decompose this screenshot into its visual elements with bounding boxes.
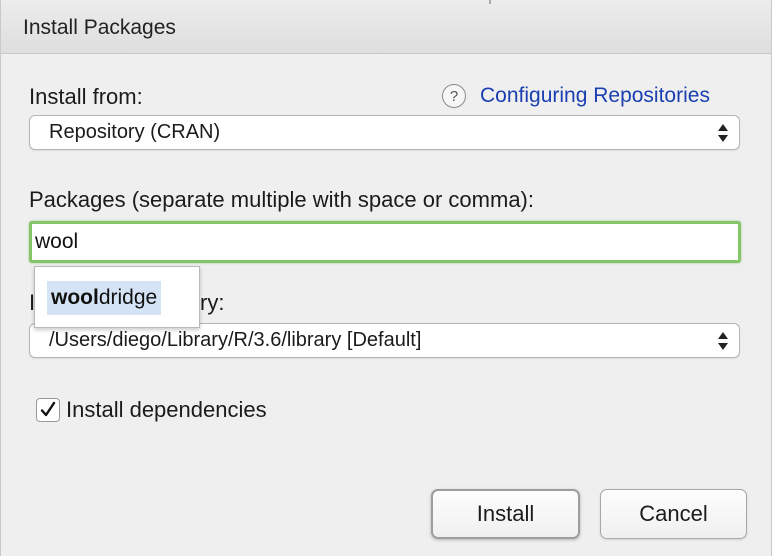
install-from-selected-value: Repository (CRAN) xyxy=(49,121,221,143)
autocomplete-popup: wooldridge xyxy=(34,266,200,328)
checkmark-icon xyxy=(40,401,56,417)
dialog-title: Install Packages xyxy=(23,16,176,39)
packages-input-value: wool xyxy=(35,230,79,253)
configuring-repositories-link-text[interactable]: Configuring Repositories xyxy=(480,84,710,108)
install-packages-dialog: Install Packages Install from: ? Configu… xyxy=(0,0,772,556)
question-mark-icon[interactable]: ? xyxy=(442,84,466,108)
suggestion-match-text: wool xyxy=(51,286,99,309)
install-dependencies-checkbox[interactable] xyxy=(36,398,60,422)
cancel-button[interactable]: Cancel xyxy=(600,489,747,539)
install-from-select[interactable]: Repository (CRAN) xyxy=(29,115,740,150)
install-button[interactable]: Install xyxy=(431,489,580,539)
install-dependencies-row[interactable]: Install dependencies xyxy=(36,397,267,423)
titlebar-divider-mark xyxy=(489,0,491,4)
packages-input[interactable]: wool xyxy=(29,221,741,263)
install-from-label: Install from: xyxy=(29,84,143,109)
select-arrows-icon xyxy=(718,124,728,142)
library-select[interactable]: /Users/diego/Library/R/3.6/library [Defa… xyxy=(29,323,740,358)
packages-label: Packages (separate multiple with space o… xyxy=(29,187,534,212)
install-dependencies-label: Install dependencies xyxy=(66,397,267,422)
autocomplete-suggestion-wooldridge[interactable]: wooldridge xyxy=(47,281,162,315)
install-to-library-label-end: ry: xyxy=(200,290,225,315)
select-arrows-icon xyxy=(718,332,728,350)
suggestion-rest-text: dridge xyxy=(98,286,158,309)
configuring-repositories-link[interactable]: ? Configuring Repositories xyxy=(442,84,710,108)
dialog-titlebar[interactable]: Install Packages xyxy=(1,0,771,54)
library-selected-value: /Users/diego/Library/R/3.6/library [Defa… xyxy=(49,329,422,351)
